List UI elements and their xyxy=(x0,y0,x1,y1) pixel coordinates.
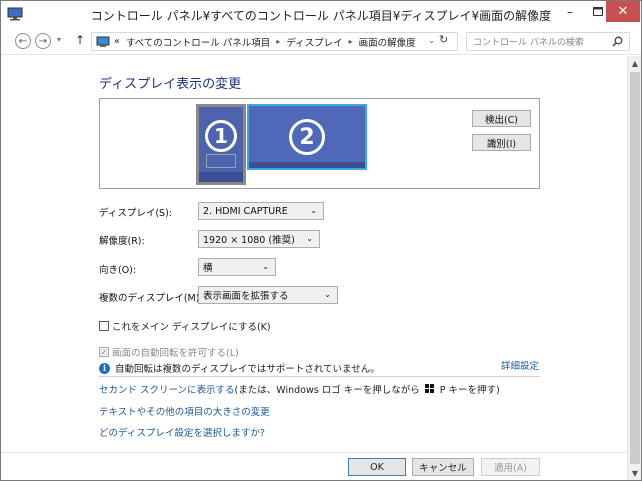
page-title: ディスプレイ表示の変更 xyxy=(99,77,242,92)
chevron-down-icon: ⌄ xyxy=(306,234,313,243)
monitor-2-taskbar xyxy=(249,162,365,168)
breadcrumb-separator-icon[interactable]: ▸ xyxy=(349,37,353,46)
monitor-1-number: 1 xyxy=(205,119,237,152)
breadcrumb-separator-icon[interactable]: ▸ xyxy=(276,37,280,46)
refresh-button[interactable]: ↻ xyxy=(439,33,448,46)
scroll-up-button[interactable]: ▲ xyxy=(628,56,642,70)
up-button[interactable]: ↑ xyxy=(75,33,85,47)
auto-rotate-checkbox-row: ✓ 画面の自動回転を許可する(L) xyxy=(99,345,239,359)
auto-rotate-checkbox: ✓ xyxy=(99,347,109,357)
chevron-down-icon: ⌄ xyxy=(310,206,317,215)
info-icon: i xyxy=(99,362,110,374)
chevron-down-icon: ⌄ xyxy=(262,262,269,271)
close-button[interactable]: ✕ xyxy=(606,1,640,22)
resolution-select[interactable]: 1920 × 1080 (推奨) ⌄ xyxy=(198,230,320,248)
refresh-icon: ↻ xyxy=(439,33,449,46)
second-screen-note-a: (または、Windows ロゴ キーを押しながら xyxy=(234,385,420,396)
orientation-select[interactable]: 横 ⌄ xyxy=(198,258,276,276)
second-screen-link[interactable]: セカンド スクリーンに表示する xyxy=(99,382,235,396)
display-select[interactable]: 2. HDMI CAPTURE ⌄ xyxy=(198,202,324,220)
main-display-checkbox-label[interactable]: これをメイン ディスプレイにする(K) xyxy=(112,319,271,333)
maximize-icon xyxy=(593,7,603,16)
monitor-1-taskbar xyxy=(199,172,243,182)
auto-rotate-checkbox-label: 画面の自動回転を許可する(L) xyxy=(112,348,239,359)
title-bar: コントロール パネル¥すべてのコントロール パネル項目¥ディスプレイ¥画面の解像… xyxy=(1,1,641,29)
resolution-label: 解像度(R): xyxy=(99,236,145,247)
scroll-down-button[interactable]: ▼ xyxy=(628,466,642,480)
arrow-left-icon: ← xyxy=(18,35,28,47)
arrow-up-icon: ↑ xyxy=(75,33,86,47)
breadcrumb-display[interactable]: ディスプレイ xyxy=(286,35,342,49)
multiple-displays-select-value: 表示画面を拡張する xyxy=(203,291,289,302)
display-arrangement-area: 1 2 検出(C) 識別(I) xyxy=(99,98,540,189)
which-display-link[interactable]: どのディスプレイ設定を選択しますか? xyxy=(99,425,265,439)
text-size-link[interactable]: テキストやその他の項目の大きさの変更 xyxy=(99,404,270,418)
identify-button[interactable]: 識別(I) xyxy=(472,134,531,151)
main-display-checkbox[interactable] xyxy=(99,321,109,331)
monitor-2-number: 2 xyxy=(289,119,325,155)
detect-button[interactable]: 検出(C) xyxy=(472,110,531,127)
orientation-select-value: 横 xyxy=(203,263,213,274)
multiple-displays-label: 複数のディスプレイ(M): xyxy=(99,293,203,304)
control-panel-icon xyxy=(96,36,110,47)
chevron-down-icon: ▼ xyxy=(631,468,639,478)
recent-locations-dropdown[interactable]: ▾ xyxy=(57,35,61,44)
windows-logo-icon xyxy=(424,384,435,394)
arrow-right-icon: → xyxy=(38,35,48,47)
breadcrumb-all-items[interactable]: すべてのコントロール パネル項目 xyxy=(126,35,270,49)
window-title: コントロール パネル¥すべてのコントロール パネル項目¥ディスプレイ¥画面の解像… xyxy=(90,9,552,23)
address-dropdown-icon[interactable]: ⌄ xyxy=(428,36,435,45)
control-panel-window: コントロール パネル¥すべてのコントロール パネル項目¥ディスプレイ¥画面の解像… xyxy=(0,0,642,481)
divider xyxy=(99,376,540,377)
minimize-button[interactable]: – xyxy=(557,1,583,22)
multiple-displays-select[interactable]: 表示画面を拡張する ⌄ xyxy=(198,286,338,304)
tablet-tiles-icon xyxy=(206,154,236,168)
display-label: ディスプレイ(S): xyxy=(99,208,172,219)
resolution-select-value: 1920 × 1080 (推奨) xyxy=(203,235,295,246)
ok-button[interactable]: OK xyxy=(348,458,406,476)
breadcrumb-prefix[interactable]: « xyxy=(114,36,120,47)
address-bar: ← → ▾ ↑ « すべてのコントロール パネル項目 ▸ ディスプレイ ▸ 画面… xyxy=(1,29,641,55)
chevron-down-icon: ⌄ xyxy=(324,290,331,299)
cancel-button[interactable]: キャンセル xyxy=(412,458,474,476)
search-placeholder: コントロール パネルの検索 xyxy=(473,38,584,48)
content-area: ディスプレイ表示の変更 1 2 検出(C) 識別(I) ディスプレイ(S): 2… xyxy=(1,56,627,452)
breadcrumb[interactable]: « すべてのコントロール パネル項目 ▸ ディスプレイ ▸ 画面の解像度 ⌄ xyxy=(91,32,458,51)
orientation-label: 向き(O): xyxy=(99,265,137,276)
scroll-thumb[interactable] xyxy=(630,72,640,464)
dialog-footer: OK キャンセル 適用(A) xyxy=(1,452,627,480)
auto-rotate-info-text: 自動回転は複数のディスプレイではサポートされていません。 xyxy=(115,364,380,375)
chevron-up-icon: ▲ xyxy=(631,58,639,68)
chevron-down-icon: ▾ xyxy=(57,35,62,44)
auto-rotate-info: i 自動回転は複数のディスプレイではサポートされていません。 xyxy=(99,361,380,375)
monitor-1[interactable]: 1 xyxy=(196,104,246,185)
breadcrumb-resolution[interactable]: 画面の解像度 xyxy=(359,35,416,49)
forward-button[interactable]: → xyxy=(35,33,51,49)
monitor-2[interactable]: 2 xyxy=(247,104,367,170)
main-display-checkbox-row[interactable]: これをメイン ディスプレイにする(K) xyxy=(99,319,271,333)
display-select-value: 2. HDMI CAPTURE xyxy=(203,205,288,217)
second-screen-note-b: P キーを押す) xyxy=(439,385,500,396)
search-input[interactable]: コントロール パネルの検索 xyxy=(466,32,630,51)
apply-button[interactable]: 適用(A) xyxy=(481,458,540,476)
search-icon xyxy=(612,36,623,47)
vertical-scrollbar[interactable]: ▲ ▼ xyxy=(627,56,641,480)
second-screen-row: セカンド スクリーンに表示する (または、Windows ロゴ キーを押しながら… xyxy=(99,382,500,396)
back-button[interactable]: ← xyxy=(15,33,31,49)
advanced-settings-link[interactable]: 詳細設定 xyxy=(501,358,539,372)
